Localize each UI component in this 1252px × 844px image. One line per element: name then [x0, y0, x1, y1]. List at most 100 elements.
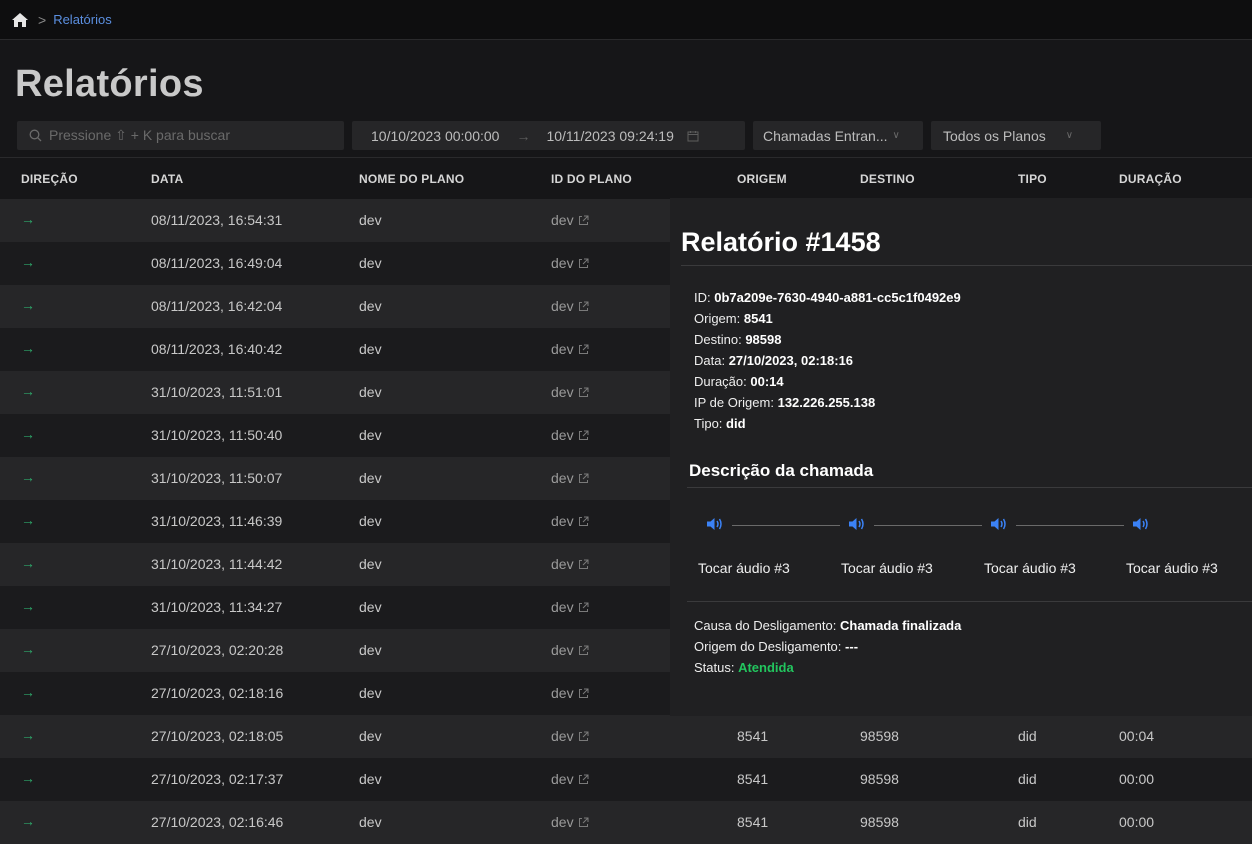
external-link-icon[interactable] — [578, 430, 589, 441]
cell-plan-id[interactable]: dev — [551, 470, 589, 486]
cell-plan-id[interactable]: dev — [551, 298, 589, 314]
table-row[interactable]: → 27/10/2023, 02:18:05 dev dev 8541 98598 did 0… — [0, 715, 1252, 758]
external-link-icon[interactable] — [578, 645, 589, 656]
cell-type: did — [1018, 771, 1037, 787]
external-link-icon[interactable] — [578, 473, 589, 484]
report-origin: Origem: 8541 — [694, 311, 773, 326]
cell-plan-id[interactable]: dev — [551, 556, 589, 572]
cell-plan-id[interactable]: dev — [551, 341, 589, 357]
speaker-icon[interactable] — [990, 516, 1008, 532]
play-audio-button[interactable]: Tocar áudio #3 — [698, 560, 790, 576]
report-detail-panel: Relatório #1458 ID: 0b7a209e-7630-4940-a… — [670, 198, 1252, 716]
direction-arrow: → — [21, 641, 35, 657]
search-placeholder: Pressione ⇧ + K para buscar — [49, 127, 230, 143]
external-link-icon[interactable] — [578, 817, 589, 828]
cell-date: 31/10/2023, 11:46:39 — [151, 513, 283, 529]
cell-date: 31/10/2023, 11:34:27 — [151, 599, 283, 615]
cell-plan-name: dev — [359, 642, 382, 658]
cell-plan-id[interactable]: dev — [551, 384, 589, 400]
calendar-icon[interactable] — [687, 130, 699, 142]
direction-arrow: → — [21, 426, 35, 442]
direction-arrow: → — [21, 211, 35, 227]
cell-date: 31/10/2023, 11:50:40 — [151, 427, 283, 443]
plan-id-text: dev — [551, 341, 574, 357]
external-link-icon[interactable] — [578, 344, 589, 355]
cell-plan-id[interactable]: dev — [551, 771, 589, 787]
column-header-type[interactable]: TIPO — [1018, 172, 1047, 186]
column-header-plan-id[interactable]: ID DO PLANO — [551, 172, 632, 186]
report-id: ID: 0b7a209e-7630-4940-a881-cc5c1f0492e9 — [694, 290, 961, 305]
column-header-destination[interactable]: DESTINO — [860, 172, 915, 186]
speaker-icon[interactable] — [848, 516, 866, 532]
cell-plan-name: dev — [359, 599, 382, 615]
plans-select[interactable]: Todos os Planos ∨ — [931, 121, 1101, 150]
cell-plan-id[interactable]: dev — [551, 728, 589, 744]
plan-id-text: dev — [551, 470, 574, 486]
home-icon[interactable] — [11, 12, 29, 28]
direction-arrow: → — [21, 770, 35, 786]
cell-plan-name: dev — [359, 427, 382, 443]
plan-id-text: dev — [551, 556, 574, 572]
play-audio-button[interactable]: Tocar áudio #3 — [841, 560, 933, 576]
table-row[interactable]: → 27/10/2023, 02:17:37 dev dev 8541 98598 did 0… — [0, 758, 1252, 801]
cell-plan-name: dev — [359, 470, 382, 486]
cell-type: did — [1018, 814, 1037, 830]
cell-plan-id[interactable]: dev — [551, 599, 589, 615]
external-link-icon[interactable] — [578, 731, 589, 742]
cell-duration: 00:00 — [1119, 814, 1155, 830]
cell-destination: 98598 — [860, 771, 899, 787]
external-link-icon[interactable] — [578, 258, 589, 269]
column-header-direction[interactable]: DIREÇÃO — [21, 172, 78, 186]
direction-arrow: → — [21, 512, 35, 528]
column-header-date[interactable]: DATA — [151, 172, 183, 186]
column-header-duration[interactable]: DURAÇÃO — [1119, 172, 1182, 186]
external-link-icon[interactable] — [578, 301, 589, 312]
timeline-connector — [1016, 525, 1124, 526]
breadcrumb-current[interactable]: Relatórios — [53, 12, 112, 27]
date-end[interactable]: 10/11/2023 09:24:19 — [546, 128, 673, 144]
cell-origin: 8541 — [737, 814, 769, 830]
cell-plan-id[interactable]: dev — [551, 212, 589, 228]
timeline-connector — [732, 525, 840, 526]
cell-origin: 8541 — [737, 728, 769, 744]
direction-arrow: → — [21, 297, 35, 313]
date-start[interactable]: 10/10/2023 00:00:00 — [371, 128, 499, 144]
play-audio-button[interactable]: Tocar áudio #3 — [984, 560, 1076, 576]
external-link-icon[interactable] — [578, 387, 589, 398]
report-destination: Destino: 98598 — [694, 332, 782, 347]
cell-plan-id[interactable]: dev — [551, 255, 589, 271]
cell-date: 27/10/2023, 02:18:05 — [151, 728, 284, 744]
date-range-picker[interactable]: 10/10/2023 00:00:00 → 10/11/2023 09:24:1… — [352, 121, 745, 150]
speaker-icon[interactable] — [706, 516, 724, 532]
breadcrumb-separator-icon: > — [38, 11, 47, 28]
cell-plan-id[interactable]: dev — [551, 427, 589, 443]
call-type-select[interactable]: Chamadas Entran... ∨ — [753, 121, 923, 150]
cell-plan-id[interactable]: dev — [551, 814, 589, 830]
cell-plan-name: dev — [359, 384, 382, 400]
external-link-icon[interactable] — [578, 774, 589, 785]
speaker-icon[interactable] — [1132, 516, 1150, 532]
search-input[interactable]: Pressione ⇧ + K para buscar — [17, 121, 344, 150]
external-link-icon[interactable] — [578, 688, 589, 699]
cell-date: 31/10/2023, 11:51:01 — [151, 384, 283, 400]
divider — [681, 265, 1252, 266]
external-link-icon[interactable] — [578, 559, 589, 570]
divider — [687, 601, 1252, 602]
chevron-down-icon: ∨ — [1065, 130, 1074, 141]
column-header-plan-name[interactable]: NOME DO PLANO — [359, 172, 464, 186]
external-link-icon[interactable] — [578, 602, 589, 613]
external-link-icon[interactable] — [578, 516, 589, 527]
cell-date: 08/11/2023, 16:42:04 — [151, 298, 283, 314]
table-row[interactable]: → 27/10/2023, 02:16:46 dev dev 8541 98598 did 0… — [0, 801, 1252, 844]
external-link-icon[interactable] — [578, 215, 589, 226]
cell-plan-id[interactable]: dev — [551, 513, 589, 529]
cell-plan-id[interactable]: dev — [551, 642, 589, 658]
column-header-origin[interactable]: ORIGEM — [737, 172, 787, 186]
direction-arrow: → — [21, 684, 35, 700]
cell-date: 08/11/2023, 16:54:31 — [151, 212, 283, 228]
plan-id-text: dev — [551, 814, 574, 830]
play-audio-button[interactable]: Tocar áudio #3 — [1126, 560, 1218, 576]
direction-arrow: → — [21, 727, 35, 743]
cell-plan-id[interactable]: dev — [551, 685, 589, 701]
cell-plan-name: dev — [359, 212, 382, 228]
